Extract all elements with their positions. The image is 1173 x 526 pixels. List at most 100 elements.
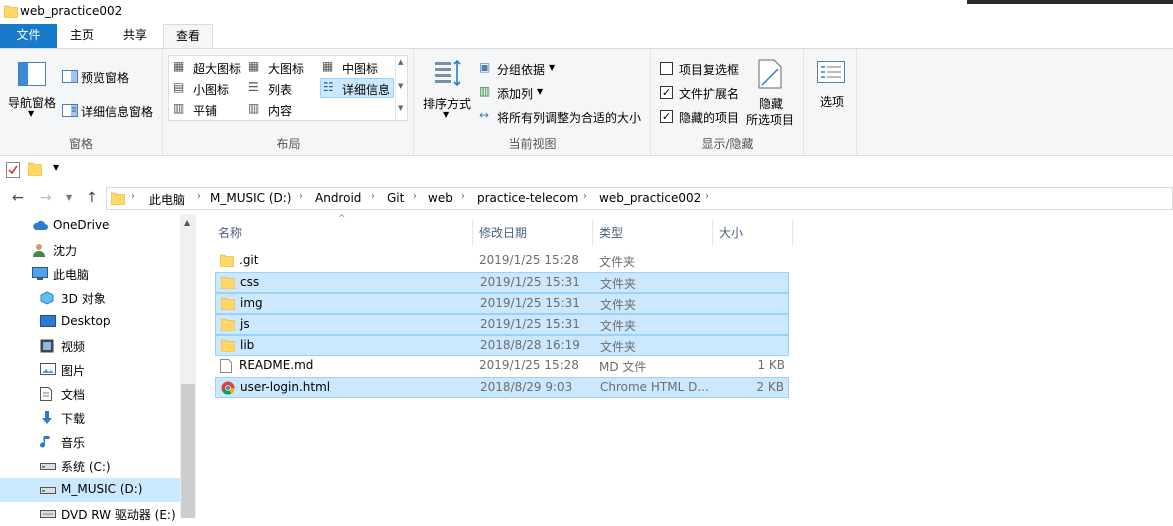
layout-extra-large[interactable]: ▦ 超大图标 xyxy=(171,58,243,77)
file-type: 文件夹 xyxy=(600,298,637,312)
scroll-up-icon[interactable]: ▲ xyxy=(184,218,190,227)
breadcrumb-separator-icon[interactable]: › xyxy=(413,191,417,202)
checkbox-item-checkboxes[interactable] xyxy=(660,62,673,75)
sidebar-item[interactable]: 视频 xyxy=(0,334,180,358)
breadcrumb-practice-telecom[interactable]: practice-telecom xyxy=(477,191,578,205)
layout-details[interactable]: ☷ 详细信息 xyxy=(320,78,394,98)
group-show-hide: 项目复选框 ✓ 文件扩展名 ✓ 隐藏的项目 隐藏 所选项目 显示/隐藏 xyxy=(652,49,804,155)
layout-large[interactable]: ▦ 大图标 xyxy=(246,58,318,77)
add-columns-button[interactable]: ▥ 添加列 ▼ xyxy=(477,83,567,103)
layout-medium[interactable]: ▦ 中图标 xyxy=(320,58,392,77)
checkbox-file-extensions[interactable]: ✓ xyxy=(660,86,673,99)
sidebar-item[interactable]: 系统 (C:) xyxy=(0,454,180,478)
up-arrow-icon[interactable]: ↑ xyxy=(86,190,98,206)
breadcrumb-separator-icon[interactable]: › xyxy=(583,191,587,202)
sidebar-item[interactable]: 3D 对象 xyxy=(0,286,180,310)
breadcrumb-separator-icon[interactable]: › xyxy=(131,191,135,202)
column-header-date[interactable]: 修改日期 xyxy=(473,220,593,246)
breadcrumb-separator-icon[interactable]: › xyxy=(705,191,709,202)
breadcrumb-web[interactable]: web xyxy=(428,191,453,205)
file-row[interactable]: README.md 2019/1/25 15:28 MD 文件 1 KB xyxy=(215,356,789,377)
sidebar-item-label: 文档 xyxy=(61,388,86,402)
sidebar-item[interactable]: DVD RW 驱动器 (E:) xyxy=(0,502,180,526)
breadcrumb-separator-icon[interactable]: › xyxy=(371,191,375,202)
tab-home[interactable]: 主页 xyxy=(57,24,107,49)
picture-icon xyxy=(40,363,56,378)
breadcrumb-this-pc[interactable]: 此电脑 xyxy=(149,191,185,208)
sidebar-item[interactable]: M_MUSIC (D:) xyxy=(0,478,180,502)
sidebar-item-label: DVD RW 驱动器 (E:) xyxy=(61,508,176,522)
sidebar-item[interactable]: Desktop xyxy=(0,310,180,334)
breadcrumb-separator-icon[interactable]: › xyxy=(299,191,303,202)
layout-list-label: 列表 xyxy=(268,83,293,97)
customize-qat-icon[interactable]: ▼ xyxy=(53,163,59,172)
sidebar-item-label: 此电脑 xyxy=(53,268,90,282)
sidebar-item-label: 下载 xyxy=(61,412,86,426)
add-columns-icon: ▥ xyxy=(479,84,491,98)
layout-small[interactable]: ▤ 小图标 xyxy=(171,79,243,98)
column-header-size[interactable]: 大小 xyxy=(713,220,793,246)
sidebar-item[interactable]: 下载 xyxy=(0,406,180,430)
layout-details-label: 详细信息 xyxy=(342,83,391,97)
file-list: ^ 名称 修改日期 类型 大小 .git 2019/1/25 15:28 文件夹 cs… xyxy=(196,214,1173,518)
new-folder-icon[interactable] xyxy=(28,162,42,176)
breadcrumb-current-folder[interactable]: web_practice002 xyxy=(599,191,701,205)
details-pane-icon xyxy=(62,104,78,117)
folder-icon xyxy=(220,339,236,355)
preview-pane-button[interactable]: 预览窗格 xyxy=(60,67,160,87)
column-header-type[interactable]: 类型 xyxy=(593,220,713,246)
sidebar-item[interactable]: OneDrive xyxy=(0,214,180,238)
item-checkboxes-toggle[interactable]: 项目复选框 xyxy=(658,59,748,79)
tab-file[interactable]: 文件 xyxy=(0,24,57,49)
layout-content[interactable]: ▥ 内容 xyxy=(246,100,318,119)
file-row[interactable]: js 2019/1/25 15:31 文件夹 xyxy=(215,314,789,335)
column-header-name[interactable]: 名称 xyxy=(212,220,473,246)
file-row[interactable]: lib 2018/8/28 16:19 文件夹 xyxy=(215,335,789,356)
file-row[interactable]: .git 2019/1/25 15:28 文件夹 xyxy=(215,251,789,272)
hide-selected-button[interactable]: 隐藏 所选项目 xyxy=(744,55,800,129)
hidden-items-toggle[interactable]: ✓ 隐藏的项目 xyxy=(658,107,748,127)
sort-by-button[interactable]: 排序方式 ▼ xyxy=(419,55,475,127)
file-row[interactable]: img 2019/1/25 15:31 文件夹 xyxy=(215,293,789,314)
sidebar-scroll-thumb[interactable] xyxy=(181,384,195,518)
tab-share[interactable]: 共享 xyxy=(108,24,162,49)
chevron-down-icon: ▼ xyxy=(28,109,35,118)
tab-view[interactable]: 查看 xyxy=(163,24,213,50)
sidebar-item[interactable]: 沈力 xyxy=(0,238,180,262)
fit-columns-button[interactable]: ↔ 将所有列调整为合适的大小 xyxy=(477,107,649,127)
details-pane-button[interactable]: 详细信息窗格 xyxy=(60,101,162,121)
back-arrow-icon[interactable]: ← xyxy=(12,190,24,206)
breadcrumb-git[interactable]: Git xyxy=(387,191,404,205)
sidebar-item[interactable]: 图片 xyxy=(0,358,180,382)
file-date: 2019/1/25 15:31 xyxy=(480,296,580,310)
gallery-scroll[interactable]: ▲ ▼ ▼ xyxy=(395,56,407,120)
file-name: user-login.html xyxy=(240,380,331,394)
sidebar-item[interactable]: 此电脑 xyxy=(0,262,180,286)
address-bar[interactable]: › 此电脑 › M_MUSIC (D:) › Android › Git › w… xyxy=(106,187,1173,210)
properties-icon[interactable] xyxy=(6,162,20,178)
recent-chevron-icon[interactable]: ▼ xyxy=(66,193,72,202)
sidebar-item[interactable]: 音乐 xyxy=(0,430,180,454)
nav-pane-button[interactable]: 导航窗格 ▼ xyxy=(6,59,60,129)
options-button[interactable]: 选项 xyxy=(809,55,855,125)
address-row: ← → ▼ ↑ › 此电脑 › M_MUSIC (D:) › Android ›… xyxy=(0,184,1173,214)
layout-list[interactable]: ☰ 列表 xyxy=(246,79,318,98)
preview-pane-icon xyxy=(62,70,78,83)
checkbox-hidden-items[interactable]: ✓ xyxy=(660,110,673,123)
window-title: web_practice002 xyxy=(20,4,123,18)
sidebar-item[interactable]: 文档 xyxy=(0,382,180,406)
options-icon xyxy=(817,61,845,83)
breadcrumb-drive[interactable]: M_MUSIC (D:) xyxy=(210,191,292,205)
forward-arrow-icon[interactable]: → xyxy=(40,190,52,206)
computer-icon xyxy=(32,267,48,284)
file-name: README.md xyxy=(239,358,314,372)
add-columns-label: 添加列 xyxy=(497,87,534,101)
group-by-button[interactable]: ▣ 分组依据 ▼ xyxy=(477,59,567,79)
file-extensions-toggle[interactable]: ✓ 文件扩展名 xyxy=(658,83,748,103)
file-row[interactable]: user-login.html 2018/8/29 9:03 Chrome HTML… xyxy=(215,377,789,398)
breadcrumb-android[interactable]: Android xyxy=(315,191,361,205)
layout-tiles[interactable]: ▥ 平铺 xyxy=(171,100,243,119)
breadcrumb-separator-icon[interactable]: › xyxy=(197,191,201,202)
file-row[interactable]: css 2019/1/25 15:31 文件夹 xyxy=(215,272,789,293)
breadcrumb-separator-icon[interactable]: › xyxy=(461,191,465,202)
